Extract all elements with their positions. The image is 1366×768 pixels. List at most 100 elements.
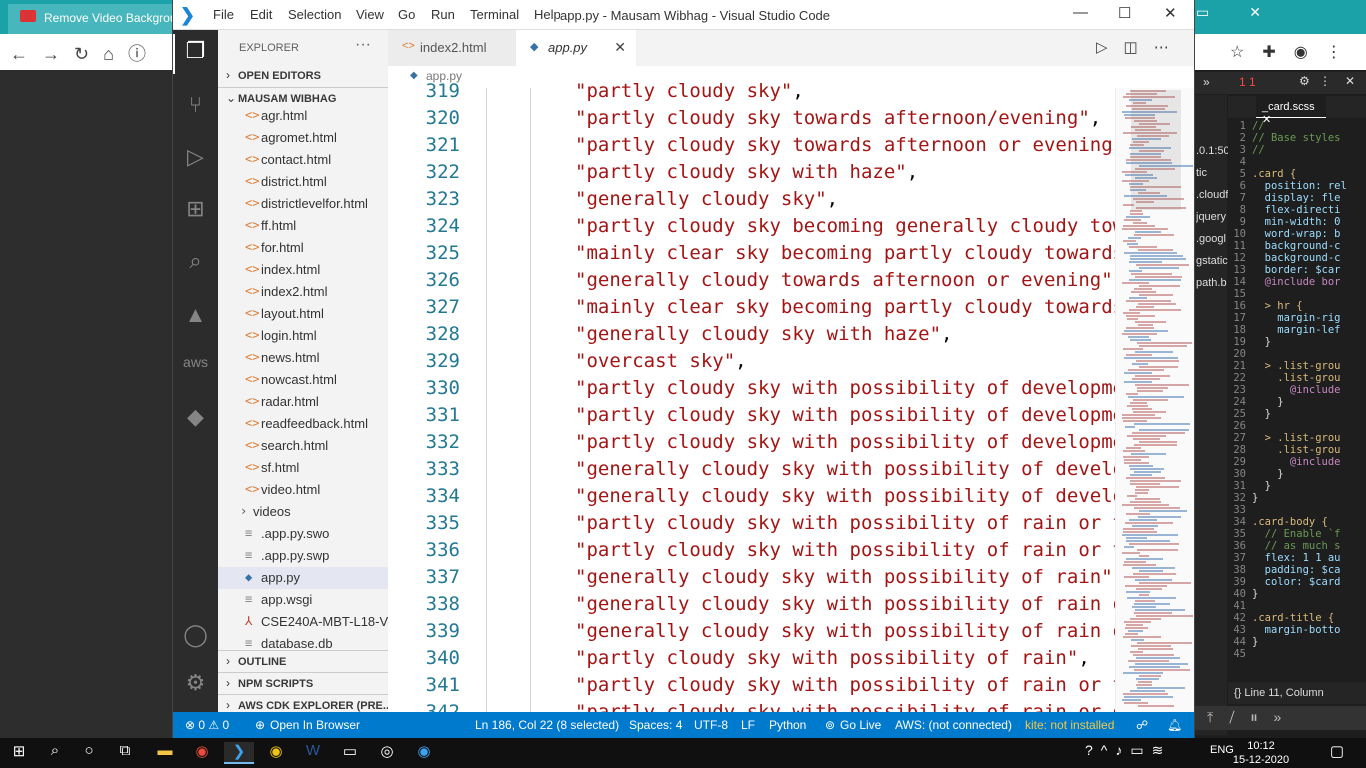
file-item[interactable]: <> news.html (218, 347, 388, 369)
cursor-position[interactable]: Ln 186, Col 22 (8 selected) (475, 718, 619, 732)
scss-line[interactable]: 11 background-c (1228, 240, 1354, 252)
scss-line[interactable]: 15 (1228, 288, 1354, 300)
code-line[interactable]: 332 "partly cloudy sky with possibility o… (388, 431, 1115, 458)
scss-source-code[interactable]: 1//2// Base styles 3//4 5 .card {6 position… (1228, 120, 1354, 672)
scss-line[interactable]: 8 flex-directi (1228, 204, 1354, 216)
aws-icon[interactable]: aws (173, 354, 218, 370)
language-indicator[interactable]: ENG (1210, 744, 1234, 756)
menu-go[interactable]: Go (398, 7, 415, 22)
extensions-icon[interactable]: ⊞ (173, 196, 218, 222)
scss-line[interactable]: 16 > hr { (1228, 300, 1354, 312)
code-line[interactable]: 335 "partly cloudy sky with possibility o… (388, 512, 1115, 539)
run-debug-icon[interactable]: ▷ (173, 144, 218, 170)
browser-window-controls[interactable]: ▭✕ (1196, 4, 1301, 21)
scss-line[interactable]: 9 min-width: 0 (1228, 216, 1354, 228)
menu-terminal[interactable]: Terminal (470, 7, 519, 22)
scss-line[interactable]: 3 // (1228, 144, 1354, 156)
file-item[interactable]: <> for.html (218, 237, 388, 259)
account-icon[interactable]: ◯ (173, 622, 218, 648)
scss-line[interactable]: 18 margin-lef (1228, 324, 1354, 336)
scss-line[interactable]: 1 // (1228, 120, 1354, 132)
menu-selection[interactable]: Selection (288, 7, 341, 22)
file-item[interactable]: <> district.html (218, 171, 388, 193)
scss-line[interactable]: 32} (1228, 492, 1354, 504)
code-line[interactable]: 334 "generally cloudy sky with possibilit… (388, 485, 1115, 512)
file-item[interactable]: <> index2.html (218, 281, 388, 303)
search-icon[interactable]: ⌕ (40, 742, 70, 764)
source-item[interactable]: .0.1:50 (1196, 140, 1228, 162)
expand-icon[interactable]: » (1203, 75, 1210, 89)
source-control-icon[interactable]: ⑂ (173, 92, 218, 118)
scss-line[interactable]: 22 .list-grou (1228, 372, 1354, 384)
language-mode[interactable]: Python (769, 718, 806, 732)
scss-line[interactable]: 20 (1228, 348, 1354, 360)
scss-line[interactable]: 39 color: $card (1228, 576, 1354, 588)
browser-extension-icons[interactable]: ☆✚◉⋮ (1230, 42, 1360, 62)
encoding[interactable]: UTF-8 (694, 718, 728, 732)
file-item[interactable]: ⅄ CSE240A-MBT-L18-Vi... (218, 611, 388, 633)
search-icon[interactable]: ⌕ (173, 248, 218, 274)
source-item[interactable]: tic (1196, 162, 1228, 184)
file-item[interactable]: <> districtlevelfor.html (218, 193, 388, 215)
close-window-button[interactable]: ✕ (1164, 4, 1177, 22)
file-item[interactable]: <> search.html (218, 435, 388, 457)
file-item[interactable]: <> readfeedback.html (218, 413, 388, 435)
clock[interactable]: 10:12 15-12-2020 (1232, 739, 1290, 767)
scss-line[interactable]: 10 word-wrap: b (1228, 228, 1354, 240)
code-lines[interactable]: 319 "partly cloudy sky", 320 "partly cloudy… (388, 80, 1115, 712)
scss-line[interactable]: 12 background-c (1228, 252, 1354, 264)
code-line[interactable]: 338 "generally cloudy sky with possibilit… (388, 593, 1115, 620)
menu-view[interactable]: View (356, 7, 384, 22)
scss-line[interactable]: 44} (1228, 636, 1354, 648)
code-line[interactable]: 321 "partly cloudy sky towards afternoon … (388, 134, 1115, 161)
minimize-button[interactable]: — (1073, 4, 1088, 21)
file-item[interactable]: ≡ .app.py.swo (218, 523, 388, 545)
file-item[interactable]: <> agr.html (218, 105, 388, 127)
code-line[interactable]: 337 "generally cloudy sky with possibilit… (388, 566, 1115, 593)
code-line[interactable]: 323 "generally cloudy sky", (388, 188, 1115, 215)
kite-status[interactable]: kite: not installed (1025, 718, 1114, 732)
tab-app-py[interactable]: ◆ app.py ✕ (516, 30, 636, 66)
file-item[interactable]: ≡ app.wsgi (218, 589, 388, 611)
scss-line[interactable]: 2 // Base styles (1228, 132, 1354, 144)
tab-index2-html[interactable]: <> index2.html (388, 30, 516, 66)
file-item[interactable]: <> sf.html (218, 457, 388, 479)
vscode-taskbar-icon[interactable]: ❯ (224, 742, 254, 764)
settings-gear-icon[interactable]: ⚙ (173, 670, 218, 696)
code-line[interactable]: 325 "mainly clear sky becoming partly clo… (388, 242, 1115, 269)
aws-connection[interactable]: AWS: (not connected) (895, 718, 1012, 732)
editor-actions[interactable]: ▷◫⋯ (1096, 38, 1185, 56)
azure-icon[interactable]: ▲ (173, 302, 218, 328)
scss-line[interactable]: 25 } (1228, 408, 1354, 420)
scss-line[interactable]: 36 // as much s (1228, 540, 1354, 552)
more-icon[interactable]: ⋮ (1319, 74, 1331, 88)
system-tray-icons[interactable]: ?^♪▭≋ (1085, 742, 1171, 759)
code-line[interactable]: 319 "partly cloudy sky", (388, 80, 1115, 107)
scss-line[interactable]: 26 (1228, 420, 1354, 432)
obs-icon[interactable]: ◎ (372, 742, 402, 764)
scss-line[interactable]: 38 padding: $ca (1228, 564, 1354, 576)
indentation[interactable]: Spaces: 4 (629, 718, 682, 732)
scss-line[interactable]: 33 (1228, 504, 1354, 516)
file-item[interactable]: › videos (218, 501, 388, 523)
code-line[interactable]: 339 "generally cloudy sky with possibilit… (388, 620, 1115, 647)
scss-line[interactable]: 28 .list-grou (1228, 444, 1354, 456)
cortana-icon[interactable]: ○ (74, 742, 104, 764)
split-editor-icon[interactable]: ◫ (1124, 39, 1154, 56)
open-editors-section[interactable]: › OPEN EDITORS (218, 65, 388, 87)
docker-icon[interactable]: ◆ (173, 404, 218, 430)
scss-line[interactable]: 30 } (1228, 468, 1354, 480)
file-item[interactable]: <> radar.html (218, 391, 388, 413)
open-in-browser-button[interactable]: Open In Browser (270, 718, 360, 732)
file-item[interactable]: <> video.html (218, 479, 388, 501)
go-live-button[interactable]: Go Live (840, 718, 881, 732)
npm-scripts-section[interactable]: › NPM SCRIPTS (218, 672, 388, 694)
chrome-icon[interactable]: ◉ (187, 742, 217, 764)
scss-line[interactable]: 23 @include (1228, 384, 1354, 396)
word-icon[interactable]: W (298, 742, 328, 764)
scss-line[interactable]: 40} (1228, 588, 1354, 600)
file-item[interactable]: <> contact.html (218, 149, 388, 171)
line-ending[interactable]: LF (741, 718, 755, 732)
scss-line[interactable]: 41 (1228, 600, 1354, 612)
source-item[interactable]: gstatic (1196, 250, 1228, 272)
